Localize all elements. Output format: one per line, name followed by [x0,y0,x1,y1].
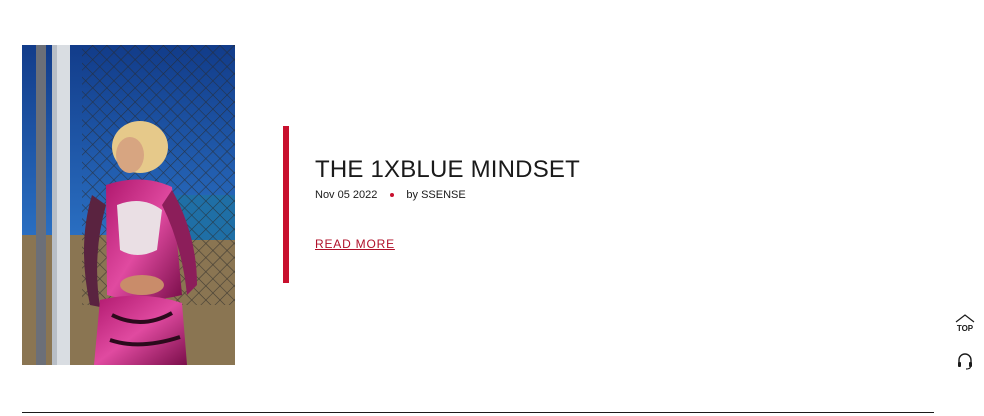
chevron-up-icon [955,314,975,323]
accent-bar [283,126,289,283]
customer-support-button[interactable] [956,352,974,370]
headset-icon [958,353,972,370]
article-image[interactable] [22,45,235,365]
back-to-top-button[interactable]: TOP [952,314,978,336]
separator-dot [390,193,395,197]
article-title[interactable]: THE 1XBLUE MINDSET [315,156,580,184]
section-divider [22,412,934,413]
read-more-link[interactable]: READ MORE [315,237,395,251]
article-byline: by SSENSE [406,189,466,201]
article-meta: Nov 05 2022 by SSENSE [315,189,466,201]
back-to-top-label: TOP [956,324,974,333]
article-date: Nov 05 2022 [315,189,378,201]
page: THE 1XBLUE MINDSET Nov 05 2022 by SSENSE… [0,0,984,416]
